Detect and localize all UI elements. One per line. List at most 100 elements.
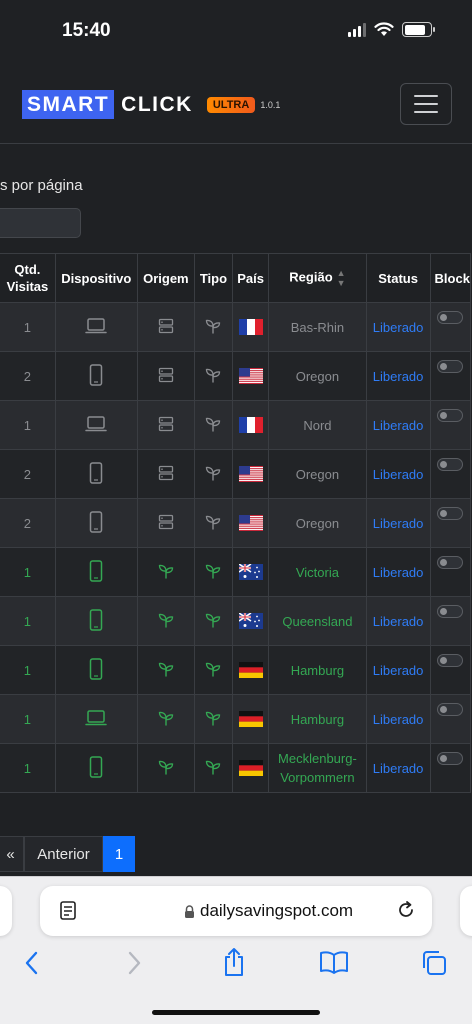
header-country[interactable]: País [231,253,270,303]
header-visits[interactable]: Qtd. Visitas [0,253,56,303]
device-cell [54,694,138,744]
block-cell [429,694,472,744]
laptop-icon [85,415,108,436]
share-icon[interactable] [221,946,247,978]
header-block[interactable]: Block [429,253,472,303]
bookmarks-icon[interactable] [319,949,349,975]
sprout-icon [205,417,221,435]
block-toggle[interactable] [436,507,463,520]
cellular-signal-icon [348,22,366,37]
reload-icon[interactable] [396,900,416,920]
device-cell [54,449,138,499]
device-cell [54,498,138,548]
wifi-icon [374,22,394,36]
block-toggle[interactable] [436,311,463,324]
block-toggle[interactable] [436,458,463,471]
block-toggle[interactable] [436,556,463,569]
status-cell[interactable]: Liberado [365,547,431,597]
forward-icon[interactable] [124,949,144,977]
device-cell [54,302,138,352]
address-bar[interactable]: dailysavingspot.com [40,886,432,936]
phone-icon [89,559,103,585]
origin-cell [136,400,195,450]
sprout-icon [158,711,174,729]
status-cell[interactable]: Liberado [365,596,431,646]
status-cell[interactable]: Liberado [365,400,431,450]
pagination-page-1[interactable]: 1 [103,836,135,872]
usa-flag-icon [238,466,263,483]
tabs-icon[interactable] [420,949,448,977]
block-cell [429,743,472,793]
phone-icon [89,461,103,487]
sprout-icon [205,368,221,386]
header-type[interactable]: Tipo [193,253,233,303]
block-toggle[interactable] [436,605,463,618]
country-cell [231,694,270,744]
phone-icon [89,755,103,781]
type-cell [193,302,233,352]
status-bar: 15:40 [0,0,472,62]
per-page-select[interactable] [0,208,81,238]
usa-flag-icon [238,515,263,532]
ultra-badge: ULTRA [206,96,256,113]
type-cell [193,645,233,695]
device-cell [54,351,138,401]
sprout-icon [205,466,221,484]
origin-cell [136,596,195,646]
sprout-icon [205,515,221,533]
sort-icon: ▲ ▼ [336,268,346,288]
australia-flag-icon [238,613,263,630]
navbar: SMART CLICK ULTRA 1.0.1 [0,62,472,144]
block-toggle[interactable] [436,703,463,716]
table-row: 1 Victoria Liberado [0,547,472,597]
status-cell[interactable]: Liberado [365,449,431,499]
region-cell: Nord [268,400,367,450]
header-device[interactable]: Dispositivo [54,253,138,303]
sprout-icon [205,319,221,337]
region-cell: Hamburg [268,645,367,695]
country-cell [231,498,270,548]
pagination-first-button[interactable]: « [0,836,24,872]
block-toggle[interactable] [436,360,463,373]
sprout-icon [205,711,221,729]
device-cell [54,547,138,597]
header-status[interactable]: Status [365,253,431,303]
country-cell [231,449,270,499]
origin-cell [136,302,195,352]
region-cell: Bas-Rhin [268,302,367,352]
reader-mode-icon[interactable] [60,901,78,921]
sprout-icon [205,662,221,680]
country-cell [231,351,270,401]
status-cell[interactable]: Liberado [365,645,431,695]
pagination-previous-button[interactable]: Anterior [24,836,103,872]
region-cell: Hamburg [268,694,367,744]
visits-cell: 1 [0,645,56,695]
back-icon[interactable] [22,949,42,977]
visits-cell: 2 [0,351,56,401]
header-origin[interactable]: Origem [136,253,195,303]
device-cell [54,400,138,450]
battery-icon [402,22,435,37]
server-icon [158,514,174,533]
block-toggle[interactable] [436,752,463,765]
status-cell[interactable]: Liberado [365,694,431,744]
header-region[interactable]: Região ▲ ▼ [268,253,367,303]
brand-logo[interactable]: SMART CLICK ULTRA 1.0.1 [22,90,280,119]
status-cell[interactable]: Liberado [365,351,431,401]
table-row: 1 Bas-Rhin Liberado [0,302,472,352]
type-cell [193,694,233,744]
status-cell[interactable]: Liberado [365,743,431,793]
status-cell[interactable]: Liberado [365,498,431,548]
block-toggle[interactable] [436,409,463,422]
next-tab-pill[interactable] [460,886,472,936]
phone-icon [89,510,103,536]
status-icons [348,22,435,37]
hamburger-menu-button[interactable] [400,83,452,125]
status-cell[interactable]: Liberado [365,302,431,352]
block-cell [429,449,472,499]
block-toggle[interactable] [436,654,463,667]
type-cell [193,351,233,401]
previous-tab-pill[interactable] [0,886,12,936]
laptop-icon [85,709,108,730]
phone-icon [89,608,103,634]
